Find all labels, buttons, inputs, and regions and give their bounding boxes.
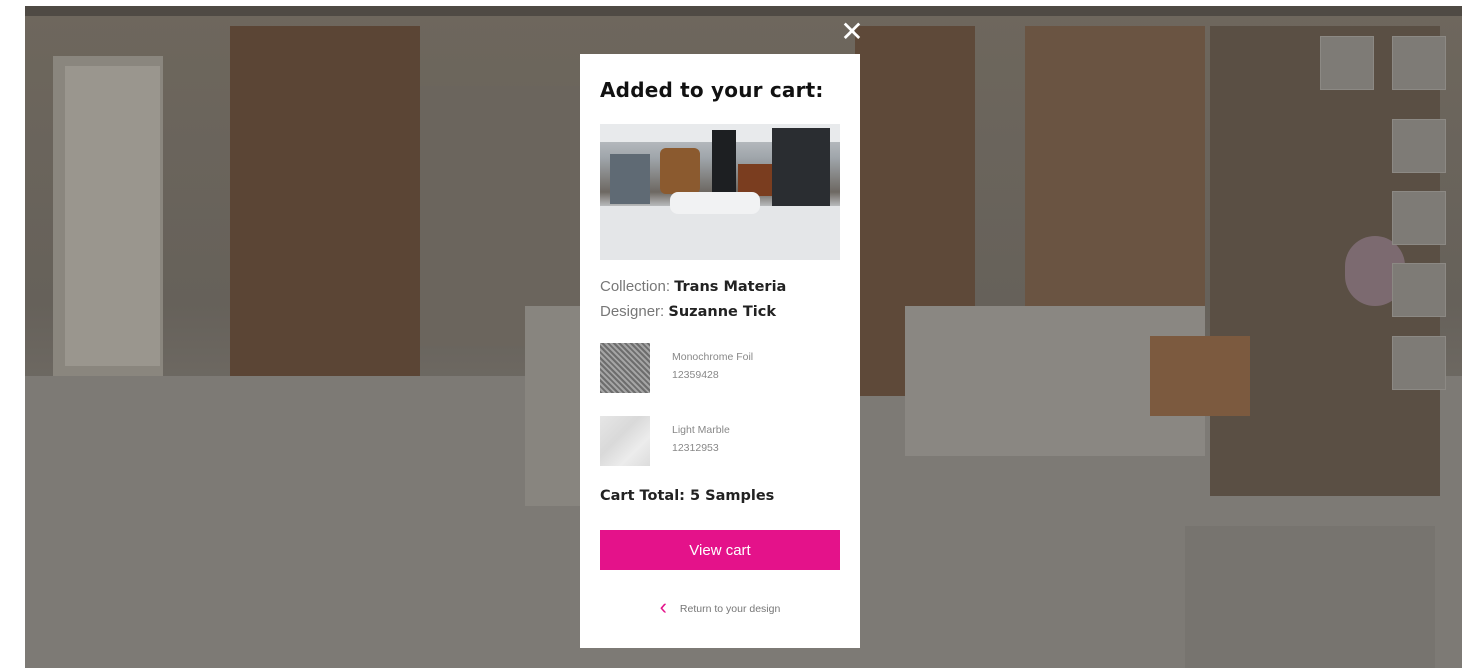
background-thumbnail	[1392, 191, 1446, 245]
room-preview-image	[600, 124, 840, 260]
cart-sample-item: Monochrome Foil 12359428	[600, 343, 840, 393]
return-link-label: Return to your design	[679, 603, 781, 615]
background-thumbnail	[1392, 336, 1446, 390]
designer-info: Designer: Suzanne Tick	[600, 303, 776, 320]
sample-swatch	[600, 416, 650, 466]
background-thumbnail	[1392, 263, 1446, 317]
cart-total: Cart Total: 5 Samples	[600, 488, 775, 504]
close-icon[interactable]: ✕	[839, 18, 865, 46]
sample-code: 12359428	[672, 369, 719, 381]
modal-title: Added to your cart:	[600, 78, 824, 102]
sample-code: 12312953	[672, 442, 719, 454]
return-to-design-link[interactable]: ‹ Return to your design	[580, 594, 860, 622]
sample-swatch	[600, 343, 650, 393]
background-thumbnail	[1320, 36, 1374, 90]
designer-value: Suzanne Tick	[668, 304, 776, 320]
collection-value: Trans Materia	[674, 279, 787, 295]
collection-label: Collection:	[600, 278, 671, 295]
background-thumbnail	[1392, 36, 1446, 90]
background-thumbnail	[1392, 119, 1446, 173]
collection-info: Collection: Trans Materia	[600, 278, 786, 295]
sample-name: Monochrome Foil	[672, 351, 754, 363]
cart-sample-item: Light Marble 12312953	[600, 416, 840, 466]
view-cart-button[interactable]: View cart	[600, 530, 840, 570]
chevron-left-icon: ‹	[659, 594, 667, 619]
added-to-cart-modal: Added to your cart: Collection: Trans Ma…	[580, 54, 860, 648]
sample-name: Light Marble	[672, 424, 730, 436]
designer-label: Designer:	[600, 303, 665, 320]
